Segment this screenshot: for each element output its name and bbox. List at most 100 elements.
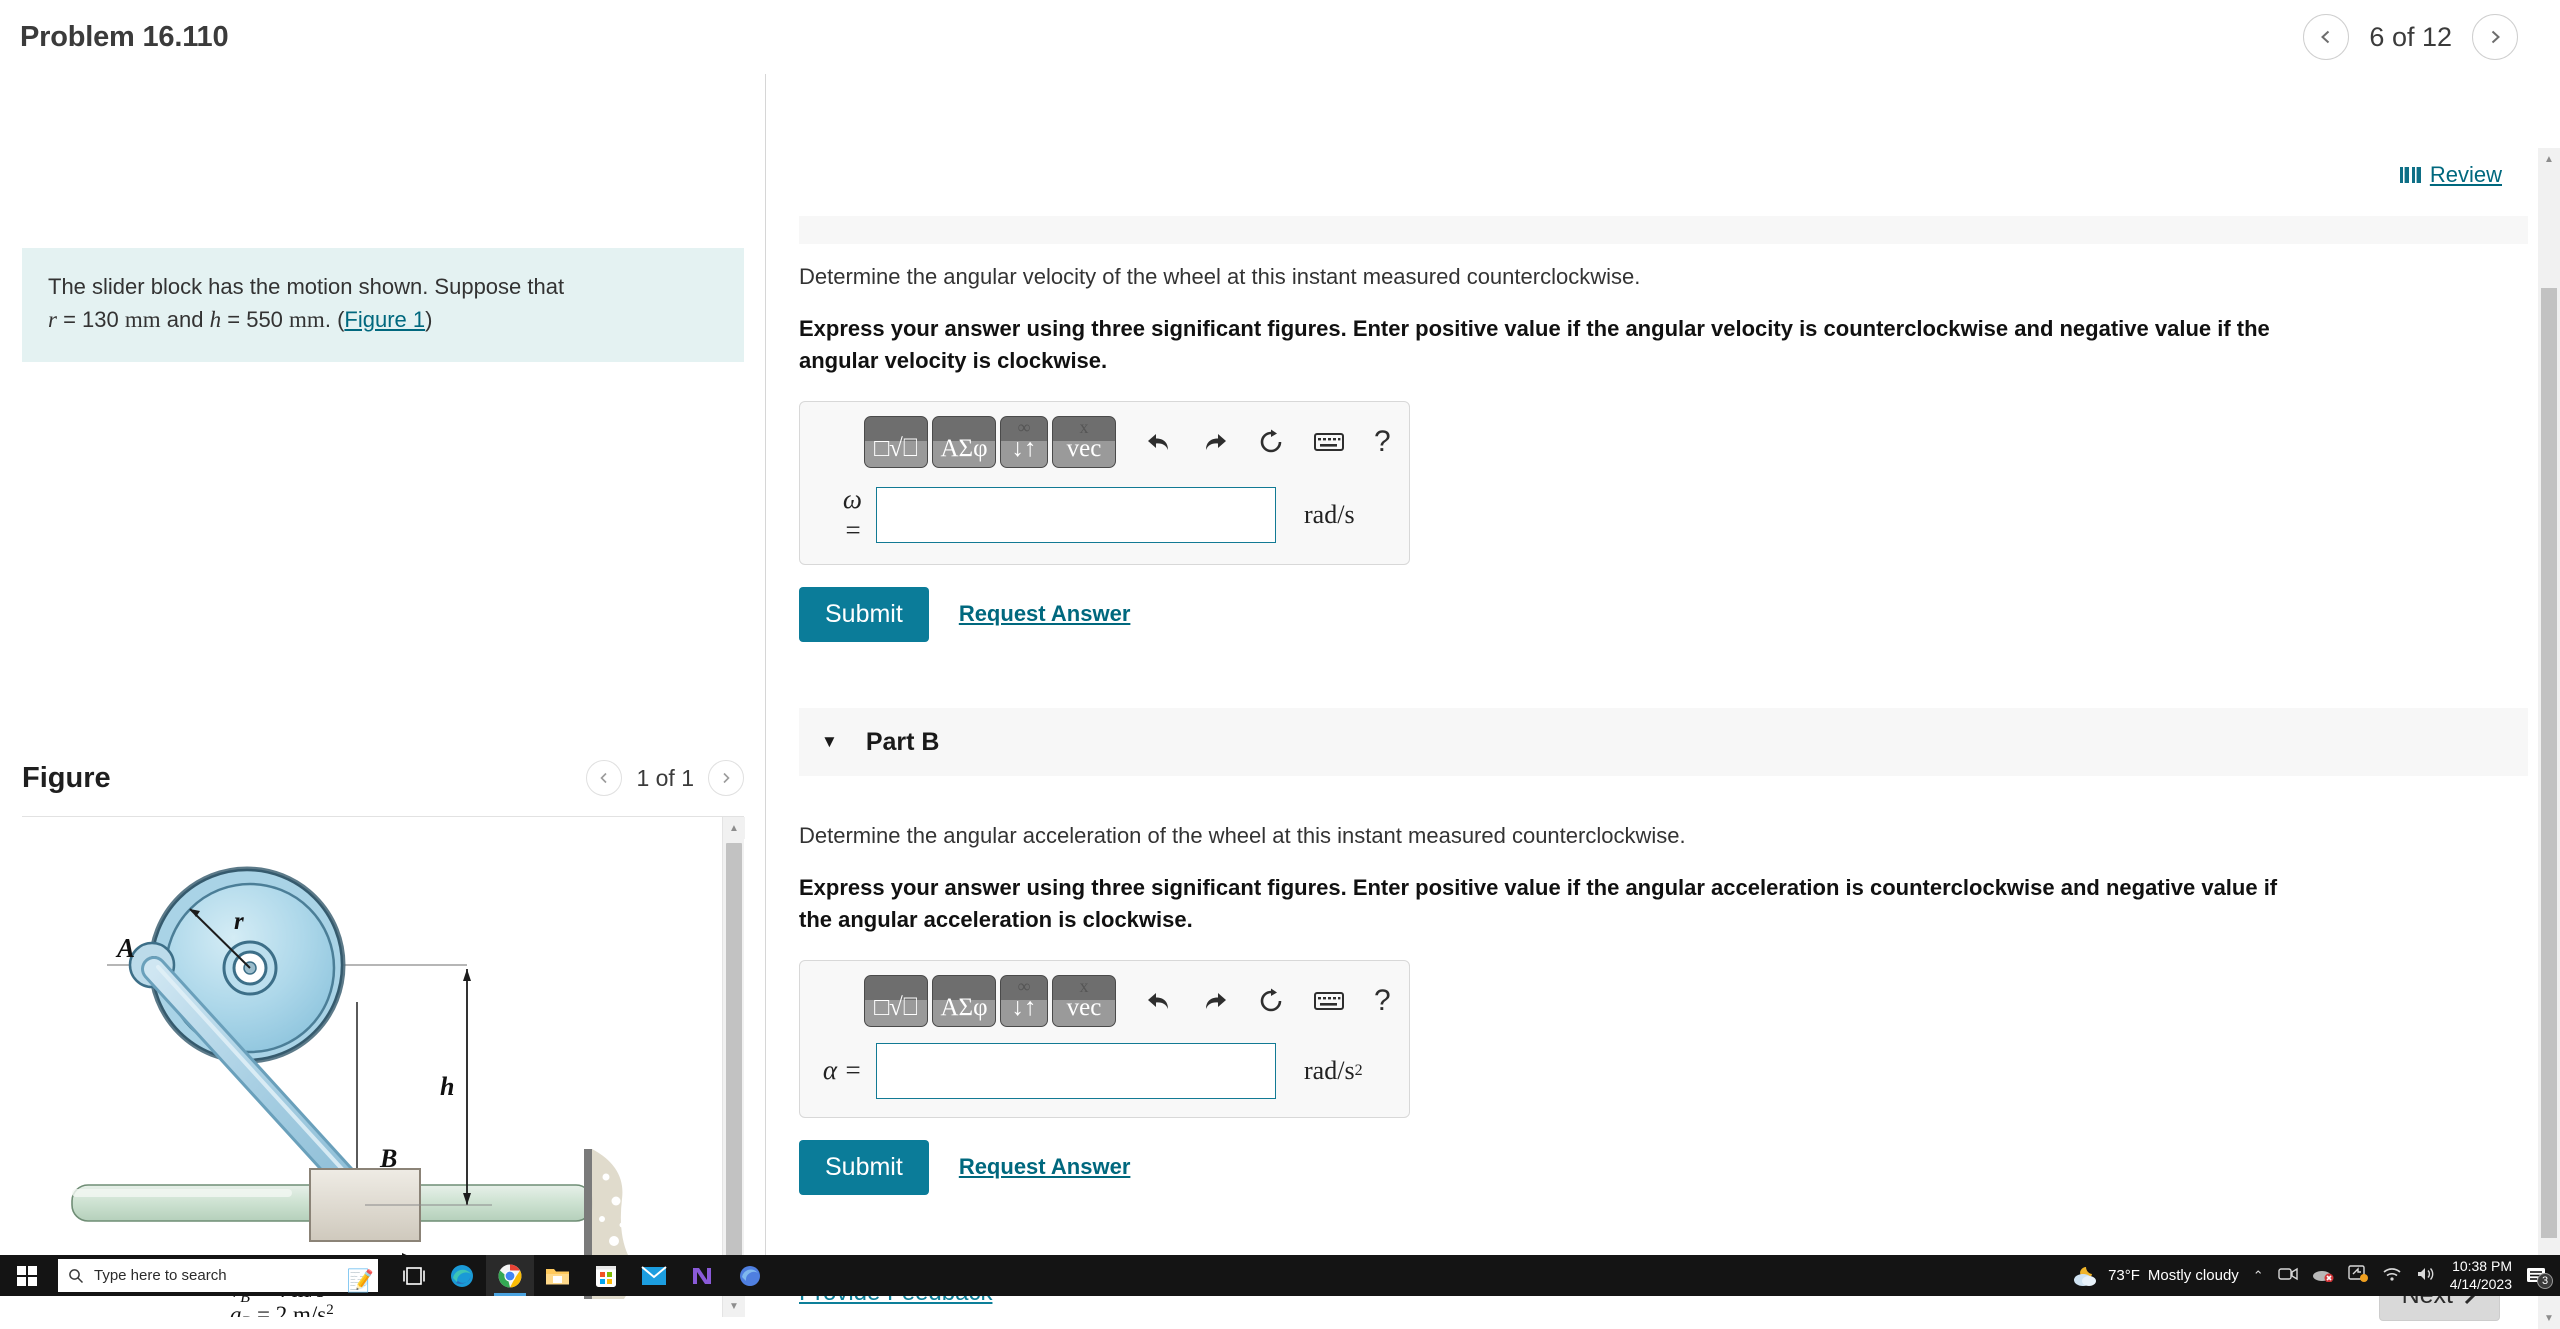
vector-button-ghost: x [1053,977,1115,995]
notifications-button[interactable]: 3 [2526,1267,2548,1285]
edge-icon[interactable] [438,1255,486,1296]
chevron-left-icon [2317,28,2335,46]
app-header: Problem 16.110 6 of 12 [0,0,2560,74]
next-figure-button[interactable] [708,760,744,796]
task-view-icon[interactable] [390,1255,438,1296]
review-link[interactable]: Review [2400,162,2502,188]
partly-cloudy-night-icon [2072,1265,2100,1287]
display-icon[interactable] [2348,1265,2368,1287]
help-icon[interactable]: ? [1374,986,1391,1016]
mail-icon[interactable] [630,1255,678,1296]
start-button[interactable] [0,1255,54,1296]
part-a-answer-card: □√⎕ ΑΣφ ∞ ↓↑ x vec [799,401,1410,565]
template-button[interactable]: □√⎕ [864,416,928,468]
vector-button[interactable]: x vec [1052,975,1116,1027]
vector-button-label: vec [1067,995,1102,1026]
part-b-request-answer-link[interactable]: Request Answer [959,1154,1131,1180]
part-b-submit-row: Submit Request Answer [799,1140,2560,1195]
part-a-answer-input[interactable] [876,487,1276,543]
part-a-instruction: Express your answer using three signific… [799,313,2279,377]
windows-taskbar: Type here to search 📝 [0,1255,2560,1296]
problem-statement: The slider block has the motion shown. S… [22,248,744,362]
redo-icon[interactable] [1202,430,1228,454]
previous-problem-button[interactable] [2303,14,2349,60]
redo-icon[interactable] [1202,989,1228,1013]
part-a-block: Determine the angular velocity of the wh… [767,260,2560,642]
reset-icon[interactable] [1258,988,1284,1014]
part-b-units-exponent: 2 [1355,1062,1363,1080]
figure-scroll-down-button[interactable]: ▼ [723,1295,745,1317]
part-a-submit-button[interactable]: Submit [799,587,929,642]
part-a-units: rad/s [1304,500,1355,530]
undo-icon[interactable] [1146,430,1172,454]
page-title: Problem 16.110 [20,21,228,54]
microsoft-store-icon[interactable] [582,1255,630,1296]
statement-eq-2: = 550 [227,307,283,332]
figure-scroll-up-button[interactable]: ▲ [723,817,745,839]
page-scroll-down-button[interactable]: ▼ [2538,1307,2560,1329]
page-scrollbar-thumb[interactable] [2541,288,2557,1238]
search-illustration-icon: 📝 [347,1270,374,1292]
more-symbols-button-ghost: ∞ [1001,418,1047,436]
onedrive-offline-icon[interactable] [2312,1266,2334,1286]
reset-icon[interactable] [1258,429,1284,455]
figure-1-link[interactable]: Figure 1 [344,307,425,332]
part-b-answer-card: □√⎕ ΑΣφ ∞ ↓↑ x vec [799,960,1410,1118]
help-icon[interactable]: ? [1374,427,1391,457]
page-scrollbar[interactable]: ▲ ▼ [2538,148,2560,1329]
statement-line-1: The slider block has the motion shown. S… [48,274,564,299]
part-b-answer-row: α = rad/s2 [818,1043,1391,1099]
greek-letters-button[interactable]: ΑΣφ [932,416,996,468]
part-a-request-answer-link[interactable]: Request Answer [959,601,1131,627]
figure-counter: 1 of 1 [636,765,694,792]
part-a-header-strip [799,216,2528,244]
nvidia-icon[interactable] [678,1255,726,1296]
camera-icon[interactable] [2278,1266,2298,1286]
weather-widget[interactable]: 73°F Mostly cloudy [2072,1265,2239,1287]
keyboard-icon[interactable] [1314,991,1344,1011]
weather-temperature: 73°F [2108,1267,2140,1284]
caret-down-icon[interactable]: ▼ [821,732,838,752]
search-input[interactable]: Type here to search 📝 [58,1259,378,1292]
clock[interactable]: 10:38 PM 4/14/2023 [2450,1258,2512,1293]
vector-button-label: vec [1067,436,1102,467]
figure-scrollbar-thumb[interactable] [726,843,742,1283]
speaker-icon[interactable] [2416,1266,2436,1286]
part-b-header[interactable]: ▼ Part B [799,708,2528,776]
previous-figure-button[interactable] [586,760,622,796]
vector-button[interactable]: x vec [1052,416,1116,468]
figure-label-h: h [440,1072,454,1101]
keyboard-icon[interactable] [1314,432,1344,452]
next-problem-button[interactable] [2472,14,2518,60]
part-b-submit-button[interactable]: Submit [799,1140,929,1195]
part-a-answer-row: ω = rad/s [818,484,1391,546]
statement-and: and [167,307,204,332]
right-pane: Review Determine the angular velocity of… [767,74,2560,1255]
template-button[interactable]: □√⎕ [864,975,928,1027]
left-pane: The slider block has the motion shown. S… [0,74,766,1255]
vector-button-ghost: x [1053,418,1115,436]
greek-letters-button[interactable]: ΑΣφ [932,975,996,1027]
more-symbols-button[interactable]: ∞ ↓↑ [1000,975,1048,1027]
part-b-units-numerator: rad [1304,1056,1337,1086]
file-explorer-icon[interactable] [534,1255,582,1296]
wifi-icon[interactable] [2382,1266,2402,1286]
statement-unit-1: mm [125,307,161,332]
figure-scrollbar[interactable]: ▲ ▼ [722,817,744,1317]
part-b-answer-symbol: α = [818,1055,862,1086]
greek-letters-button-label: ΑΣφ [940,436,987,467]
part-a-prompt: Determine the angular velocity of the wh… [799,260,2560,293]
page-scroll-up-button[interactable]: ▲ [2538,148,2560,170]
chrome-icon[interactable] [486,1255,534,1296]
show-hidden-icons-button[interactable]: ⌃ [2253,1268,2264,1284]
edge-beta-icon[interactable] [726,1255,774,1296]
part-b-math-toolbar: □√⎕ ΑΣφ ∞ ↓↑ x vec [818,975,1391,1027]
more-symbols-button[interactable]: ∞ ↓↑ [1000,416,1048,468]
part-b-tool-icons: ? [1146,986,1391,1016]
template-button-label: □√⎕ [874,995,918,1026]
figure-frame: r A B [22,816,744,1316]
part-b-answer-input[interactable] [876,1043,1276,1099]
weather-description: Mostly cloudy [2148,1267,2239,1284]
undo-icon[interactable] [1146,989,1172,1013]
statement-unit-2: mm [289,307,325,332]
